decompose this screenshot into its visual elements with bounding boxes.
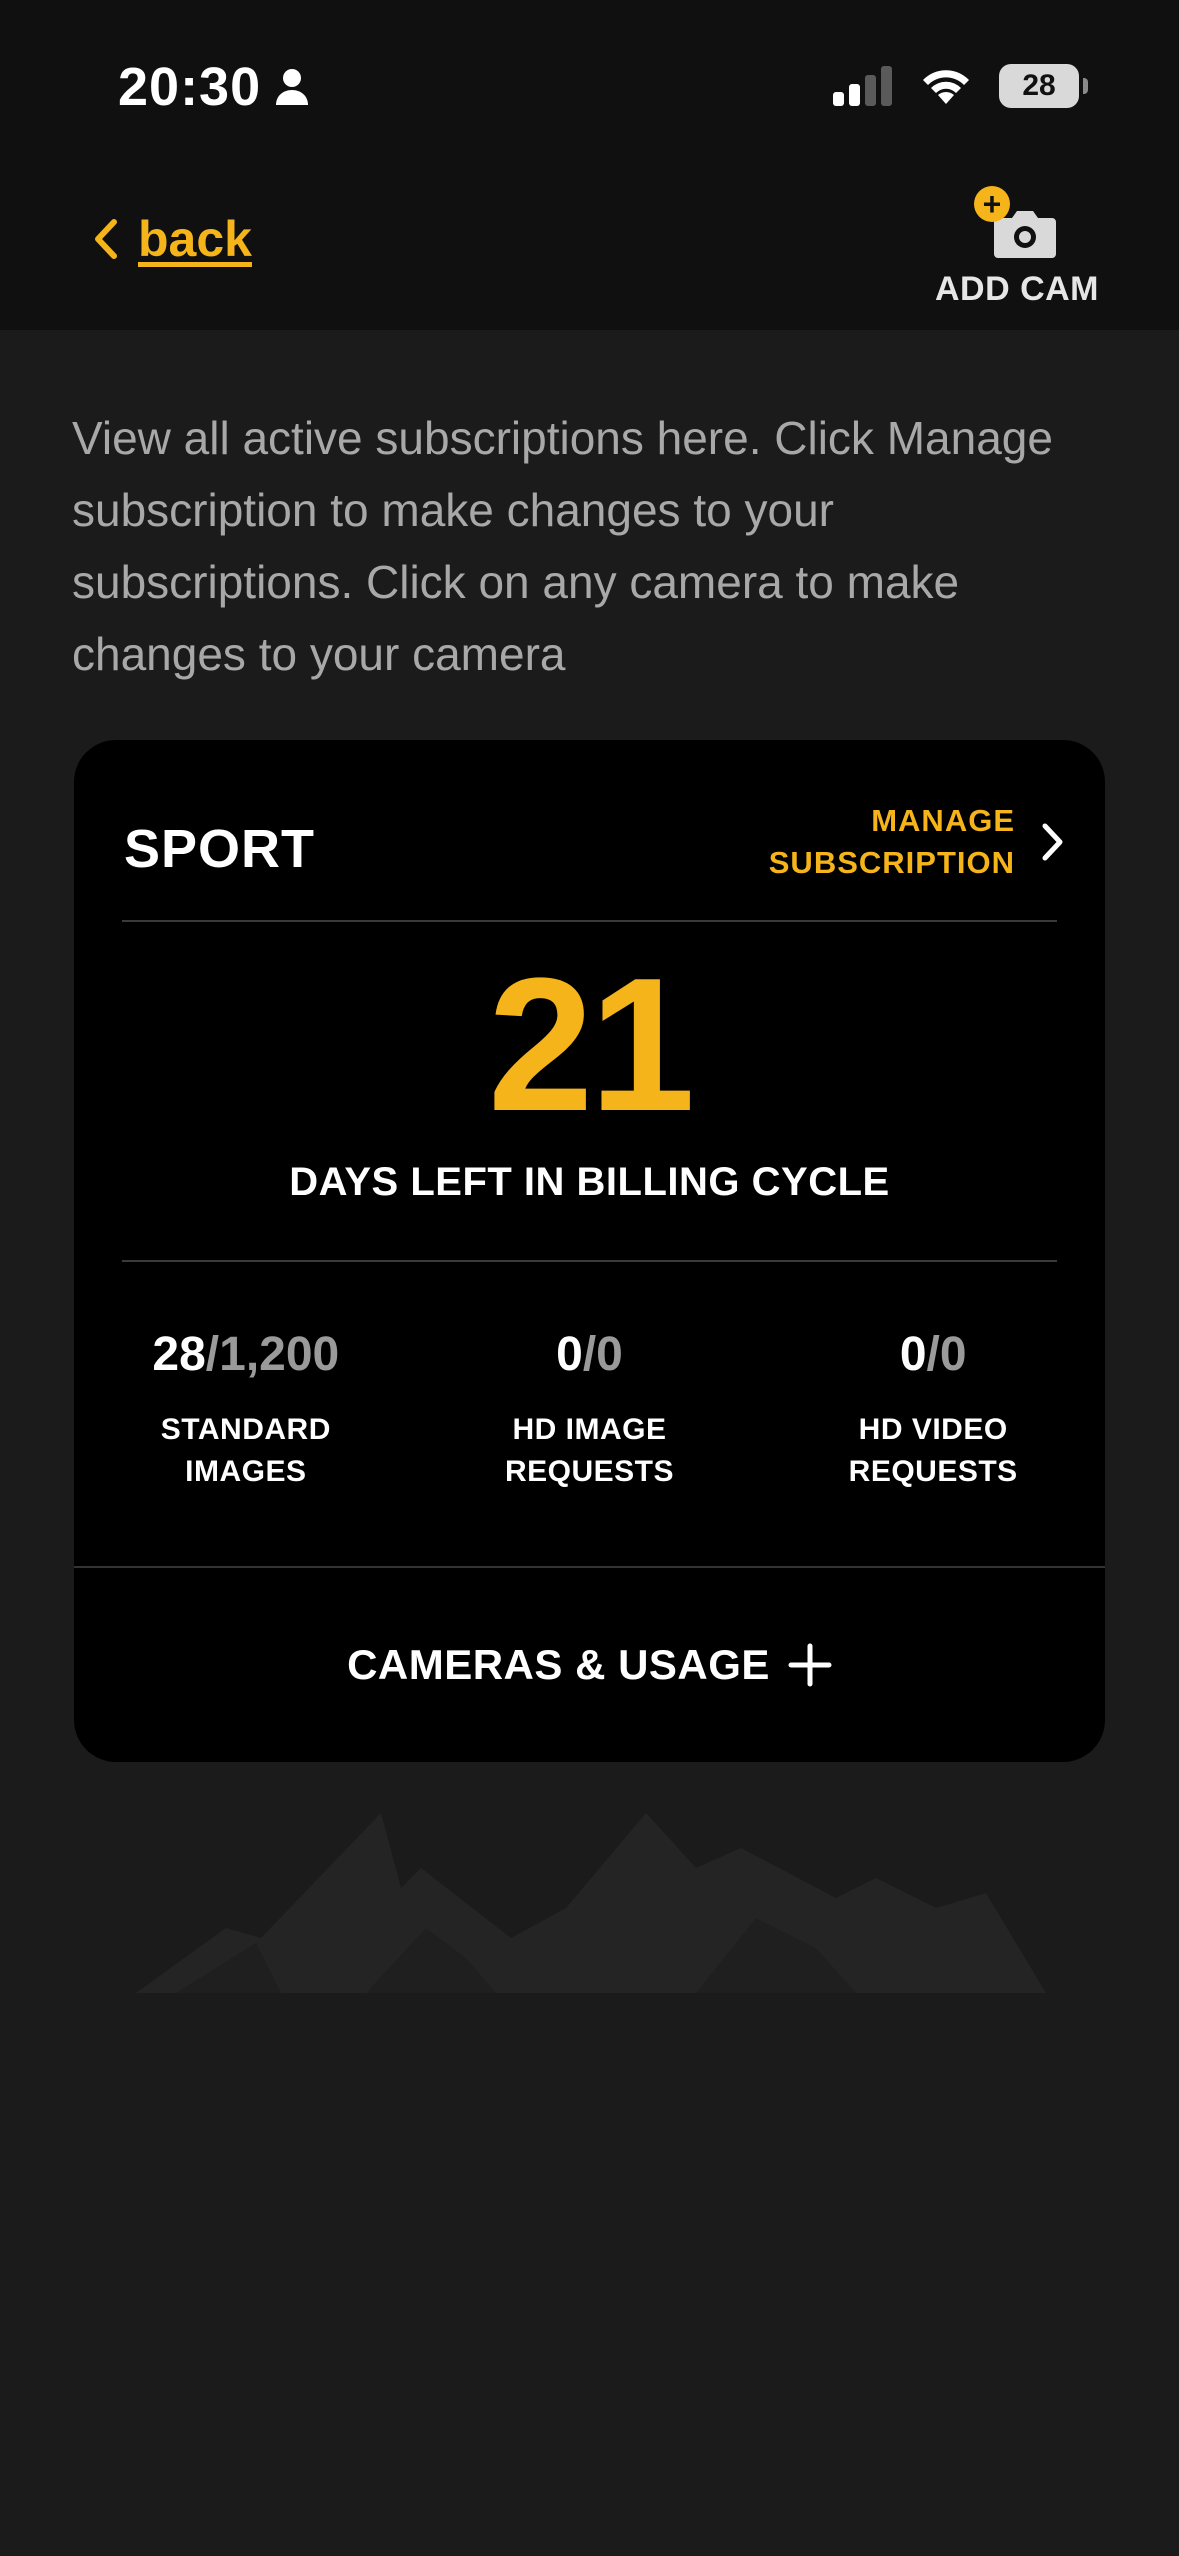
card-header: SPORT MANAGE SUBSCRIPTION xyxy=(124,800,1065,900)
plus-badge-icon: + xyxy=(974,186,1010,222)
mountains-illustration xyxy=(136,1813,1046,1993)
stat-label: STANDARD IMAGES xyxy=(74,1409,418,1493)
subscription-card: SPORT MANAGE SUBSCRIPTION 21 DAYS LEFT I… xyxy=(74,740,1105,1762)
chevron-right-icon xyxy=(1042,823,1063,861)
intro-text: View all active subscriptions here. Clic… xyxy=(72,412,1053,680)
chevron-left-icon xyxy=(95,219,117,259)
cameras-usage-toggle[interactable]: CAMERAS & USAGE xyxy=(74,1570,1105,1760)
stat-label-line: HD VIDEO xyxy=(858,1413,1008,1446)
cellular-signal-icon xyxy=(833,66,892,106)
stat-value: 0/0 xyxy=(418,1325,762,1385)
nav-bar: back + ADD CAM xyxy=(0,160,1179,330)
manage-line-2: SUBSCRIPTION xyxy=(768,845,1015,880)
stat-label-line: HD IMAGE xyxy=(512,1413,667,1446)
manage-line-1: MANAGE xyxy=(871,803,1015,838)
stat-total: /0 xyxy=(582,1328,623,1381)
status-bar: 20:30 28 xyxy=(0,0,1179,160)
manage-subscription-label: MANAGE SUBSCRIPTION xyxy=(769,800,1015,884)
stat-label: HD VIDEO REQUESTS xyxy=(761,1409,1105,1493)
stat-used: 28 xyxy=(152,1328,206,1381)
stat-used: 0 xyxy=(899,1328,927,1381)
usage-stats: 28/1,200 STANDARD IMAGES 0/0 HD IMAGE RE… xyxy=(74,1325,1105,1493)
stat-total: /0 xyxy=(926,1328,967,1381)
divider xyxy=(122,1260,1057,1262)
stat-standard-images: 28/1,200 STANDARD IMAGES xyxy=(74,1325,418,1493)
wifi-icon xyxy=(923,70,969,104)
plus-icon xyxy=(788,1643,832,1687)
stat-label-line: REQUESTS xyxy=(504,1455,675,1488)
stat-total: /1,200 xyxy=(205,1328,340,1381)
stat-label-line: REQUESTS xyxy=(848,1455,1018,1488)
days-left-number: 21 xyxy=(487,939,695,1151)
status-time: 20:30 xyxy=(118,57,262,117)
add-camera-icon: + xyxy=(972,186,1062,266)
stat-label-line: IMAGES xyxy=(185,1455,307,1488)
manage-subscription-button[interactable]: MANAGE SUBSCRIPTION xyxy=(769,800,1065,884)
person-icon xyxy=(276,69,309,105)
stat-used: 0 xyxy=(556,1328,583,1381)
stat-label: HD IMAGE REQUESTS xyxy=(418,1409,762,1493)
divider xyxy=(122,920,1057,922)
add-cam-button[interactable]: + ADD CAM xyxy=(927,186,1107,309)
back-button[interactable]: back xyxy=(92,210,252,268)
stat-value: 28/1,200 xyxy=(74,1325,418,1385)
battery-level: 28 xyxy=(1022,69,1056,102)
status-indicators: 28 xyxy=(833,64,1088,108)
add-cam-label: ADD CAM xyxy=(934,270,1100,308)
days-left-label: DAYS LEFT IN BILLING CYCLE xyxy=(289,1160,890,1204)
stat-hd-image-requests: 0/0 HD IMAGE REQUESTS xyxy=(418,1325,762,1493)
battery-icon: 28 xyxy=(999,64,1088,108)
status-time-group: 20:30 xyxy=(118,56,309,118)
cameras-usage-label: CAMERAS & USAGE xyxy=(347,1641,770,1688)
back-label: back xyxy=(138,211,252,267)
stat-hd-video-requests: 0/0 HD VIDEO REQUESTS xyxy=(761,1325,1105,1493)
stat-value: 0/0 xyxy=(761,1325,1105,1385)
divider xyxy=(74,1566,1105,1568)
plan-name: SPORT xyxy=(124,819,316,879)
stat-label-line: STANDARD xyxy=(160,1413,331,1446)
